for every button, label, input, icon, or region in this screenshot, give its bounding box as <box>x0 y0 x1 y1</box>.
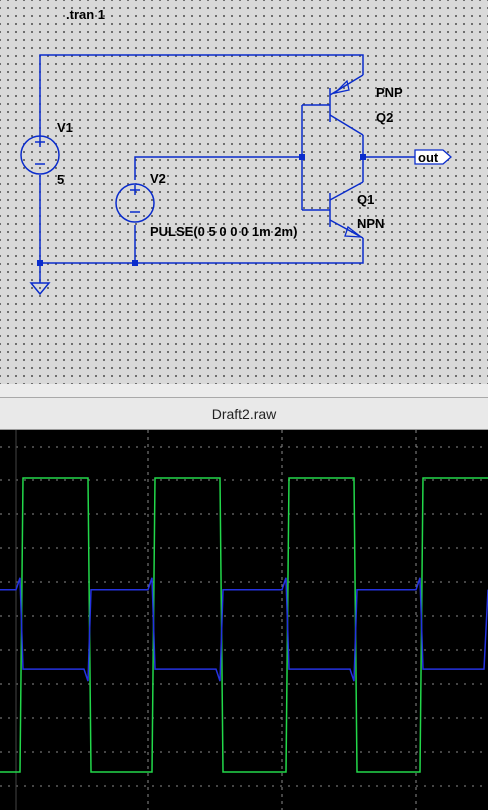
output-trace[interactable] <box>0 577 488 682</box>
waveform-svg[interactable] <box>0 430 488 810</box>
v2-name: V2 <box>150 171 166 186</box>
v1-name: V1 <box>57 120 73 135</box>
waveform-plot[interactable] <box>0 430 488 810</box>
waveform-titlebar[interactable]: Draft2.raw <box>0 398 488 430</box>
out-net-label[interactable]: out <box>414 149 452 165</box>
waveform-title: Draft2.raw <box>211 406 277 422</box>
v2-source[interactable] <box>115 183 155 223</box>
q1-model: NPN <box>357 216 384 231</box>
out-label-text: out <box>418 150 439 165</box>
v2-value: PULSE(0 5 0 0 0 1m 2m) <box>150 224 297 239</box>
tran-directive[interactable]: .tran 1 <box>66 7 105 22</box>
schematic-canvas[interactable]: .tran 1 V1 5 V2 PULSE(0 5 0 0 0 1m 2m) P… <box>0 0 488 384</box>
ground-symbol[interactable] <box>29 282 51 296</box>
q2-model: PNP <box>376 85 403 100</box>
v1-source[interactable] <box>20 135 60 175</box>
wires <box>39 54 415 283</box>
q2-pnp-transistor[interactable] <box>329 74 364 136</box>
q1-name: Q1 <box>357 192 374 207</box>
pane-splitter[interactable] <box>0 384 488 398</box>
plot-grid <box>0 430 488 810</box>
q2-name: Q2 <box>376 110 393 125</box>
v1-value: 5 <box>57 172 64 187</box>
input-trace[interactable] <box>0 477 488 773</box>
